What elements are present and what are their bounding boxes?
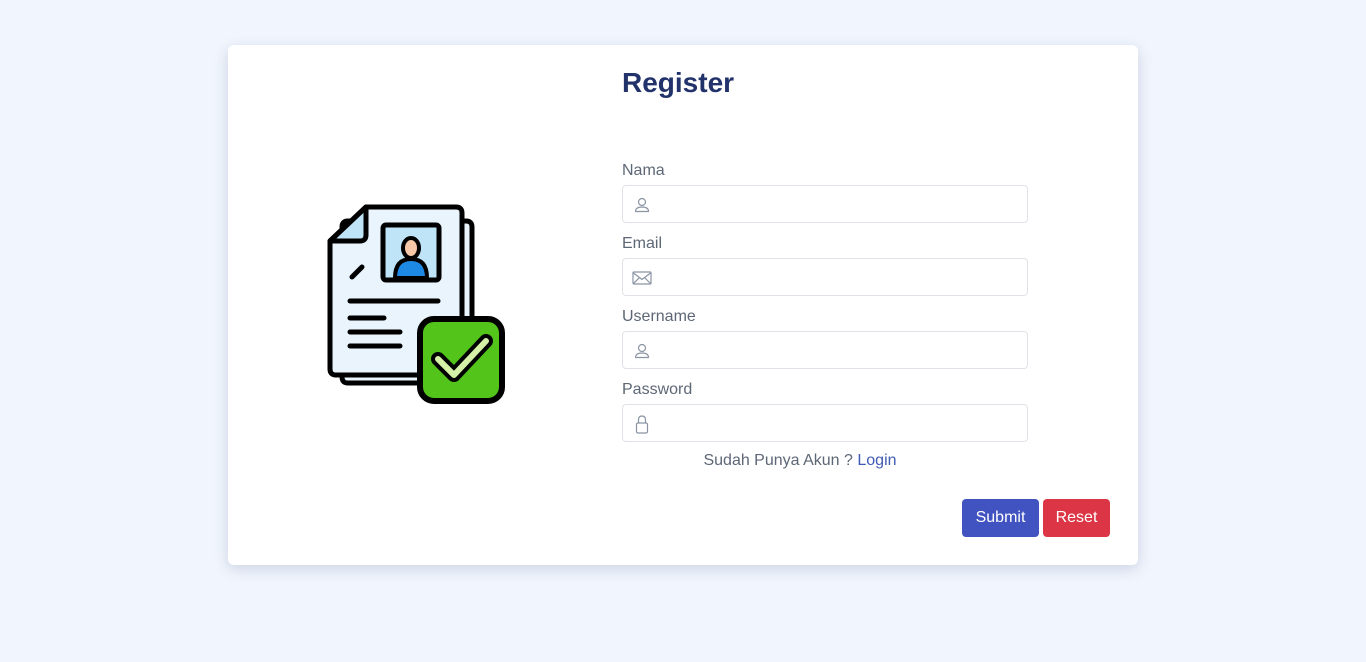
reset-button[interactable]: Reset [1043, 499, 1110, 537]
email-label: Email [622, 235, 663, 252]
password-field: Password [622, 380, 1028, 442]
nama-input[interactable] [659, 186, 1019, 222]
lock-icon [635, 415, 649, 434]
login-link[interactable]: Login [857, 452, 896, 469]
email-input-wrapper[interactable] [622, 258, 1028, 296]
password-input[interactable] [659, 405, 1019, 441]
password-label: Password [622, 381, 693, 398]
nama-input-wrapper[interactable] [622, 185, 1028, 223]
email-input[interactable] [659, 259, 1019, 295]
envelope-icon [632, 271, 652, 285]
login-prompt-text: Sudah Punya Akun ? [703, 452, 853, 469]
register-card: Register Nama Email Username Password Su… [228, 45, 1138, 565]
document-approved-icon [327, 204, 505, 404]
nama-label: Nama [622, 162, 665, 179]
login-prompt: Sudah Punya Akun ? Login [622, 452, 978, 470]
user-icon [634, 197, 650, 213]
username-input-wrapper[interactable] [622, 331, 1028, 369]
email-field: Email [622, 234, 1028, 296]
submit-button[interactable]: Submit [962, 499, 1039, 537]
username-label: Username [622, 308, 696, 325]
user-icon [634, 343, 650, 359]
nama-field: Nama [622, 161, 1028, 223]
username-input[interactable] [659, 332, 1019, 368]
password-input-wrapper[interactable] [622, 404, 1028, 442]
username-field: Username [622, 307, 1028, 369]
page-title: Register [622, 67, 735, 98]
